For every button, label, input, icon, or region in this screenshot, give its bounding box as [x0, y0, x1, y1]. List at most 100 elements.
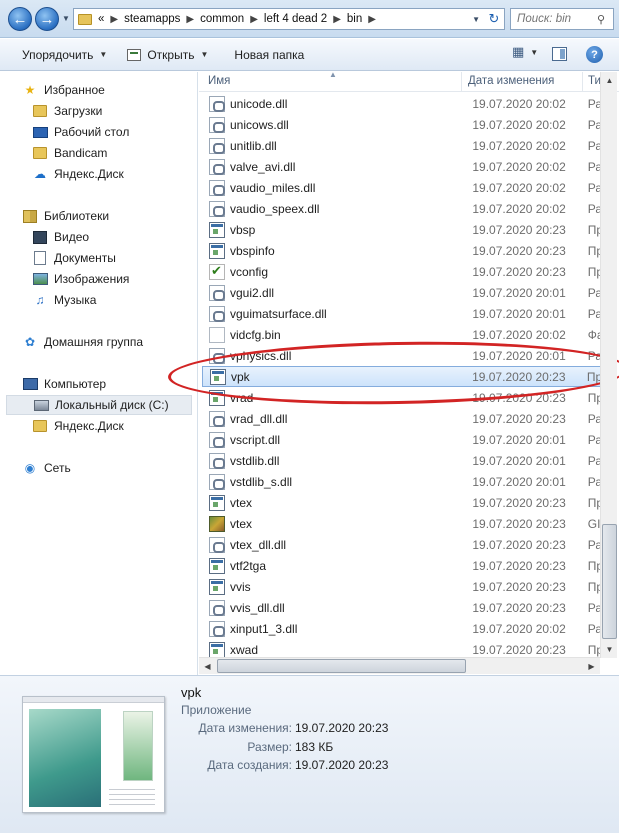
- file-date: 19.07.2020 20:02: [472, 201, 566, 216]
- cloud-icon: ☁: [34, 167, 46, 181]
- file-row[interactable]: vidcfg.bin 19.07.2020 20:02 Фа: [202, 324, 607, 345]
- address-dropdown-icon[interactable]: ▼: [472, 15, 480, 24]
- column-divider[interactable]: [582, 72, 583, 92]
- column-header-name[interactable]: Имя: [208, 75, 230, 87]
- file-row[interactable]: vconfig 19.07.2020 20:23 Пр: [202, 261, 607, 282]
- file-row[interactable]: xinput1_3.dll 19.07.2020 20:02 Ра: [202, 618, 607, 639]
- address-bar[interactable]: « ▶ steamapps ▶ common ▶ left 4 dead 2 ▶…: [73, 8, 505, 30]
- nav-computer[interactable]: Компьютер: [0, 374, 186, 394]
- file-row[interactable]: vtex_dll.dll 19.07.2020 20:23 Ра: [202, 534, 607, 555]
- recent-pages-dropdown[interactable]: ▼: [62, 14, 70, 23]
- preview-pane-button[interactable]: [552, 47, 567, 61]
- nav-yandex-disk[interactable]: ☁ Яндекс.Диск: [0, 164, 186, 184]
- breadcrumb-overflow[interactable]: «: [98, 13, 104, 25]
- file-row[interactable]: vbsp 19.07.2020 20:23 Пр: [202, 219, 607, 240]
- nav-network[interactable]: ◉ Сеть: [0, 458, 186, 478]
- dll-icon: [209, 305, 225, 322]
- file-row[interactable]: vstdlib_s.dll 19.07.2020 20:01 Ра: [202, 471, 607, 492]
- desktop-icon: [32, 124, 48, 140]
- nav-yandex-disk-2[interactable]: Яндекс.Диск: [0, 416, 186, 436]
- breadcrumb-separator-icon[interactable]: ▶: [186, 14, 194, 25]
- file-row[interactable]: vstdlib.dll 19.07.2020 20:01 Ра: [202, 450, 607, 471]
- nav-favorites[interactable]: ★ Избранное: [0, 80, 186, 100]
- file-row[interactable]: vphysics.dll 19.07.2020 20:01 Ра: [202, 345, 607, 366]
- breadcrumb-left-4-dead-2[interactable]: left 4 dead 2: [264, 13, 327, 25]
- nav-desktop[interactable]: Рабочий стол: [0, 122, 186, 142]
- refresh-button[interactable]: ↻: [484, 9, 504, 29]
- file-row[interactable]: vtf2tga 19.07.2020 20:23 Пр: [202, 555, 607, 576]
- file-row[interactable]: vvis 19.07.2020 20:23 Пр: [202, 576, 607, 597]
- file-row[interactable]: vrad_dll.dll 19.07.2020 20:23 Ра: [202, 408, 607, 429]
- search-icon[interactable]: ⚲: [597, 13, 605, 26]
- help-button[interactable]: ?: [586, 46, 603, 63]
- forward-button[interactable]: →: [35, 7, 59, 31]
- vertical-scrollbar[interactable]: ▲ ▼: [600, 72, 617, 658]
- file-row[interactable]: vaudio_miles.dll 19.07.2020 20:02 Ра: [202, 177, 607, 198]
- chevron-down-icon: ▼: [530, 47, 539, 57]
- horizontal-scrollbar[interactable]: ◀ ▶: [199, 657, 600, 674]
- documents-icon: [32, 250, 48, 266]
- scroll-left-icon[interactable]: ◀: [199, 658, 216, 675]
- search-box[interactable]: ⚲: [510, 8, 614, 30]
- file-date: 19.07.2020 20:23: [472, 600, 566, 615]
- nav-documents[interactable]: Документы: [0, 248, 186, 268]
- file-name: xinput1_3.dll: [230, 621, 298, 636]
- nav-homegroup[interactable]: ✿ Домашняя группа: [0, 332, 186, 352]
- file-date: 19.07.2020 20:23: [472, 390, 566, 405]
- file-row[interactable]: vguimatsurface.dll 19.07.2020 20:01 Ра: [202, 303, 607, 324]
- file-row[interactable]: vtex 19.07.2020 20:23 Пр: [202, 492, 607, 513]
- file-name: vtf2tga: [230, 558, 267, 573]
- nav-label: Музыка: [54, 293, 97, 307]
- file-row[interactable]: vtex 19.07.2020 20:23 GI: [202, 513, 607, 534]
- nav-libraries[interactable]: Библиотеки: [0, 206, 186, 226]
- scroll-up-icon[interactable]: ▲: [601, 72, 618, 89]
- file-row[interactable]: vpk 19.07.2020 20:23 Пр: [202, 366, 607, 387]
- change-view-button[interactable]: ▦ ▼: [512, 44, 538, 60]
- file-row[interactable]: unitlib.dll 19.07.2020 20:02 Ра: [202, 135, 607, 156]
- file-date: 19.07.2020 20:02: [472, 621, 566, 636]
- help-icon: ?: [591, 48, 598, 61]
- file-row[interactable]: vaudio_speex.dll 19.07.2020 20:02 Ра: [202, 198, 607, 219]
- breadcrumb-separator-icon[interactable]: ▶: [110, 14, 118, 25]
- scroll-down-icon[interactable]: ▼: [601, 641, 618, 658]
- breadcrumb-separator-icon[interactable]: ▶: [368, 14, 376, 25]
- file-row[interactable]: vvis_dll.dll 19.07.2020 20:23 Ра: [202, 597, 607, 618]
- breadcrumb-separator-icon[interactable]: ▶: [333, 14, 341, 25]
- breadcrumb-steamapps[interactable]: steamapps: [124, 13, 180, 25]
- exe-icon: [209, 221, 225, 238]
- breadcrumb-common[interactable]: common: [200, 13, 244, 25]
- nav-local-disk-c[interactable]: Локальный диск (C:): [6, 395, 192, 415]
- file-row[interactable]: vscript.dll 19.07.2020 20:01 Ра: [202, 429, 607, 450]
- new-folder-button[interactable]: Новая папка: [228, 43, 310, 67]
- nav-video[interactable]: Видео: [0, 227, 186, 247]
- organize-button[interactable]: Упорядочить ▼: [16, 43, 113, 67]
- breadcrumb-bin[interactable]: bin: [347, 13, 362, 25]
- search-input[interactable]: [517, 13, 595, 25]
- nav-downloads[interactable]: Загрузки: [0, 101, 186, 121]
- scrollbar-thumb[interactable]: [602, 524, 617, 639]
- file-name: vtex_dll.dll: [230, 537, 287, 552]
- scrollbar-thumb[interactable]: [217, 659, 466, 673]
- file-row[interactable]: vgui2.dll 19.07.2020 20:01 Ра: [202, 282, 607, 303]
- breadcrumb-separator-icon[interactable]: ▶: [250, 14, 258, 25]
- open-button[interactable]: Открыть ▼: [121, 43, 214, 67]
- nav-bandicam[interactable]: Bandicam: [0, 143, 186, 163]
- nav-label: Библиотеки: [44, 209, 110, 223]
- nav-label: Документы: [54, 251, 116, 265]
- column-divider[interactable]: [461, 72, 462, 92]
- dll-icon: [209, 347, 225, 364]
- nav-images[interactable]: Изображения: [0, 269, 186, 289]
- file-row[interactable]: vbspinfo 19.07.2020 20:23 Пр: [202, 240, 607, 261]
- nav-music[interactable]: ♫ Музыка: [0, 290, 186, 310]
- folder-icon: [32, 145, 48, 161]
- scroll-right-icon[interactable]: ▶: [583, 658, 600, 675]
- column-header-date[interactable]: Дата изменения: [468, 75, 554, 87]
- column-header-type[interactable]: Ти: [588, 75, 601, 87]
- back-button[interactable]: ←: [8, 7, 32, 31]
- file-row[interactable]: valve_avi.dll 19.07.2020 20:02 Ра: [202, 156, 607, 177]
- file-row[interactable]: unicows.dll 19.07.2020 20:02 Ра: [202, 114, 607, 135]
- file-row[interactable]: vrad 19.07.2020 20:23 Пр: [202, 387, 607, 408]
- file-date: 19.07.2020 20:23: [472, 495, 566, 510]
- view-options-icon: ▦: [512, 44, 525, 59]
- file-row[interactable]: unicode.dll 19.07.2020 20:02 Ра: [202, 93, 607, 114]
